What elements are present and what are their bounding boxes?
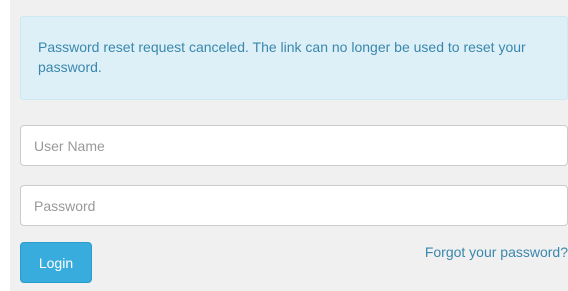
alert-message: Password reset request canceled. The lin… (38, 39, 526, 75)
forgot-password-link[interactable]: Forgot your password? (425, 244, 568, 260)
username-input[interactable] (20, 125, 568, 166)
info-alert: Password reset request canceled. The lin… (20, 16, 568, 100)
login-button[interactable]: Login (20, 242, 92, 283)
password-input[interactable] (20, 185, 568, 226)
